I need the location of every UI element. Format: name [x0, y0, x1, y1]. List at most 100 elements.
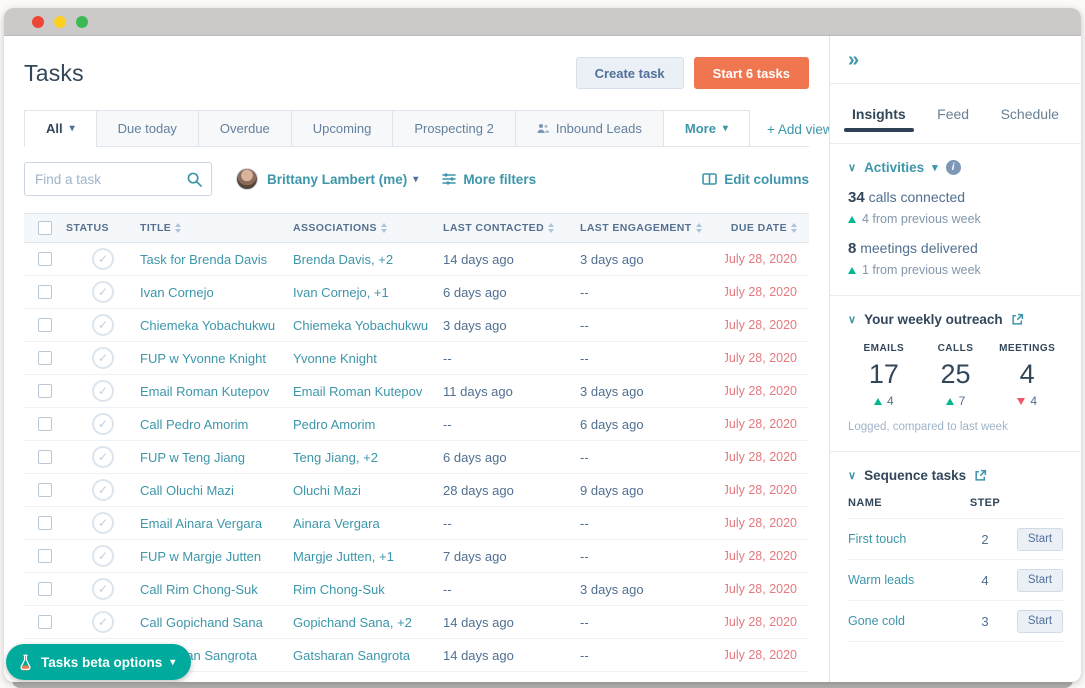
- sort-arrows-icon[interactable]: [175, 223, 182, 233]
- status-check-icon[interactable]: ✓: [92, 545, 114, 567]
- table-row: ✓ FUP w Yvonne Knight Yvonne Knight -- -- Jul…: [24, 342, 809, 375]
- task-title-link[interactable]: Chiemeka Yobachukwu: [140, 318, 275, 333]
- sequence-start-button[interactable]: Start: [1017, 609, 1063, 633]
- sequence-name-link[interactable]: First touch: [848, 532, 963, 546]
- association-link[interactable]: Pedro Amorim: [293, 417, 375, 432]
- collapse-sidebar-icon[interactable]: »: [848, 50, 859, 70]
- edit-columns-button[interactable]: Edit columns: [702, 172, 809, 187]
- row-checkbox[interactable]: [38, 582, 52, 596]
- tab-inbound-leads[interactable]: Inbound Leads: [514, 110, 664, 147]
- task-title-link[interactable]: Call Gopichand Sana: [140, 615, 263, 630]
- sequence-start-button[interactable]: Start: [1017, 527, 1063, 551]
- task-title-link[interactable]: FUP w Yvonne Knight: [140, 351, 266, 366]
- status-check-icon[interactable]: ✓: [92, 347, 114, 369]
- status-check-icon[interactable]: ✓: [92, 611, 114, 633]
- tab-all[interactable]: All ▾: [24, 110, 97, 147]
- sequence-name-link[interactable]: Warm leads: [848, 573, 963, 587]
- association-link[interactable]: Chiemeka Yobachukwu: [293, 318, 428, 333]
- row-checkbox[interactable]: [38, 615, 52, 629]
- sequence-name-link[interactable]: Gone cold: [848, 614, 963, 628]
- row-checkbox[interactable]: [38, 450, 52, 464]
- association-link[interactable]: Gopichand Sana, +2: [293, 615, 412, 630]
- row-checkbox[interactable]: [38, 516, 52, 530]
- external-link-icon[interactable]: [1011, 313, 1024, 326]
- status-check-icon[interactable]: ✓: [92, 446, 114, 468]
- window-zoom-button[interactable]: [76, 15, 88, 28]
- row-checkbox[interactable]: [38, 351, 52, 365]
- sort-arrows-icon[interactable]: [695, 223, 702, 233]
- sidebar-tab-feed[interactable]: Feed: [937, 88, 969, 140]
- task-title-link[interactable]: Call Pedro Amorim: [140, 417, 248, 432]
- task-title-link[interactable]: Task for Brenda Davis: [140, 252, 267, 267]
- association-link[interactable]: Oluchi Mazi: [293, 483, 361, 498]
- tab-prospecting-2[interactable]: Prospecting 2: [392, 110, 516, 147]
- task-title-link[interactable]: FUP w Teng Jiang: [140, 450, 245, 465]
- association-link[interactable]: Ivan Cornejo, +1: [293, 285, 389, 300]
- column-header-last-contacted[interactable]: LAST CONTACTED: [443, 222, 580, 234]
- association-link[interactable]: Brenda Davis, +2: [293, 252, 393, 267]
- tab-upcoming[interactable]: Upcoming: [290, 110, 394, 147]
- association-link[interactable]: Email Roman Kutepov: [293, 384, 422, 399]
- tab-label: Due today: [117, 121, 177, 136]
- status-check-icon[interactable]: ✓: [92, 413, 114, 435]
- sidebar-tab-insights[interactable]: Insights: [844, 88, 914, 140]
- task-title-link[interactable]: Ivan Cornejo: [140, 285, 214, 300]
- tasks-beta-options-button[interactable]: Tasks beta options ▾: [6, 644, 192, 680]
- window-minimize-button[interactable]: [54, 15, 66, 28]
- association-link[interactable]: Margje Jutten, +1: [293, 549, 394, 564]
- status-check-icon[interactable]: ✓: [92, 248, 114, 270]
- sort-arrows-icon[interactable]: [380, 223, 387, 233]
- association-link[interactable]: Rim Chong-Suk: [293, 582, 385, 597]
- association-link[interactable]: Teng Jiang, +2: [293, 450, 378, 465]
- association-link[interactable]: Ainara Vergara: [293, 516, 380, 531]
- activities-section-header[interactable]: ∨ Activities ▾ i: [848, 160, 1063, 175]
- task-title-link[interactable]: Call Rim Chong-Suk: [140, 582, 258, 597]
- column-header-title[interactable]: TITLE: [140, 222, 293, 234]
- tab-due-today[interactable]: Due today: [95, 110, 199, 147]
- task-title-link[interactable]: FUP w Margje Jutten: [140, 549, 261, 564]
- sort-arrows-icon[interactable]: [791, 223, 797, 233]
- search-input[interactable]: [24, 162, 212, 196]
- status-check-icon[interactable]: ✓: [92, 578, 114, 600]
- sort-arrows-icon[interactable]: [548, 223, 555, 233]
- row-checkbox[interactable]: [38, 318, 52, 332]
- task-title-link[interactable]: Email Ainara Vergara: [140, 516, 262, 531]
- row-checkbox[interactable]: [38, 549, 52, 563]
- row-checkbox[interactable]: [38, 285, 52, 299]
- select-all-checkbox[interactable]: [38, 221, 52, 235]
- info-icon[interactable]: i: [945, 160, 961, 175]
- row-checkbox[interactable]: [38, 417, 52, 431]
- weekly-outreach-title: Your weekly outreach: [864, 312, 1003, 327]
- status-check-icon[interactable]: ✓: [92, 281, 114, 303]
- task-title-link[interactable]: Call Oluchi Mazi: [140, 483, 234, 498]
- sidebar-tab-schedule[interactable]: Schedule: [1001, 88, 1059, 140]
- status-check-icon[interactable]: ✓: [92, 479, 114, 501]
- task-title-link[interactable]: Email Roman Kutepov: [140, 384, 269, 399]
- status-check-icon[interactable]: ✓: [92, 314, 114, 336]
- sequence-tasks-header[interactable]: ∨ Sequence tasks: [848, 468, 1063, 483]
- search-icon: [187, 172, 202, 187]
- weekly-outreach-header[interactable]: ∨ Your weekly outreach: [848, 312, 1063, 327]
- add-view-button[interactable]: + Add view: [767, 122, 829, 137]
- tab-more[interactable]: More ▾: [662, 110, 750, 147]
- more-filters-button[interactable]: More filters: [442, 172, 536, 187]
- column-header-last-engagement[interactable]: LAST ENGAGEMENT: [580, 222, 725, 234]
- tab-overdue[interactable]: Overdue: [197, 110, 292, 147]
- sequence-step-value: 4: [981, 572, 989, 588]
- start-tasks-button[interactable]: Start 6 tasks: [693, 57, 809, 89]
- window-close-button[interactable]: [32, 15, 44, 28]
- association-link[interactable]: Gatsharan Sangrota: [293, 648, 410, 663]
- row-checkbox[interactable]: [38, 252, 52, 266]
- metric-value: 17: [868, 359, 899, 389]
- owner-filter-dropdown[interactable]: Brittany Lambert (me) ▾: [267, 172, 418, 187]
- row-checkbox[interactable]: [38, 384, 52, 398]
- external-link-icon[interactable]: [974, 469, 987, 482]
- association-link[interactable]: Yvonne Knight: [293, 351, 377, 366]
- column-header-due-date[interactable]: DUE DATE: [725, 222, 809, 234]
- row-checkbox[interactable]: [38, 483, 52, 497]
- sequence-start-button[interactable]: Start: [1017, 568, 1063, 592]
- column-header-associations[interactable]: ASSOCIATIONS: [293, 222, 443, 234]
- status-check-icon[interactable]: ✓: [92, 380, 114, 402]
- create-task-button[interactable]: Create task: [575, 57, 684, 89]
- status-check-icon[interactable]: ✓: [92, 512, 114, 534]
